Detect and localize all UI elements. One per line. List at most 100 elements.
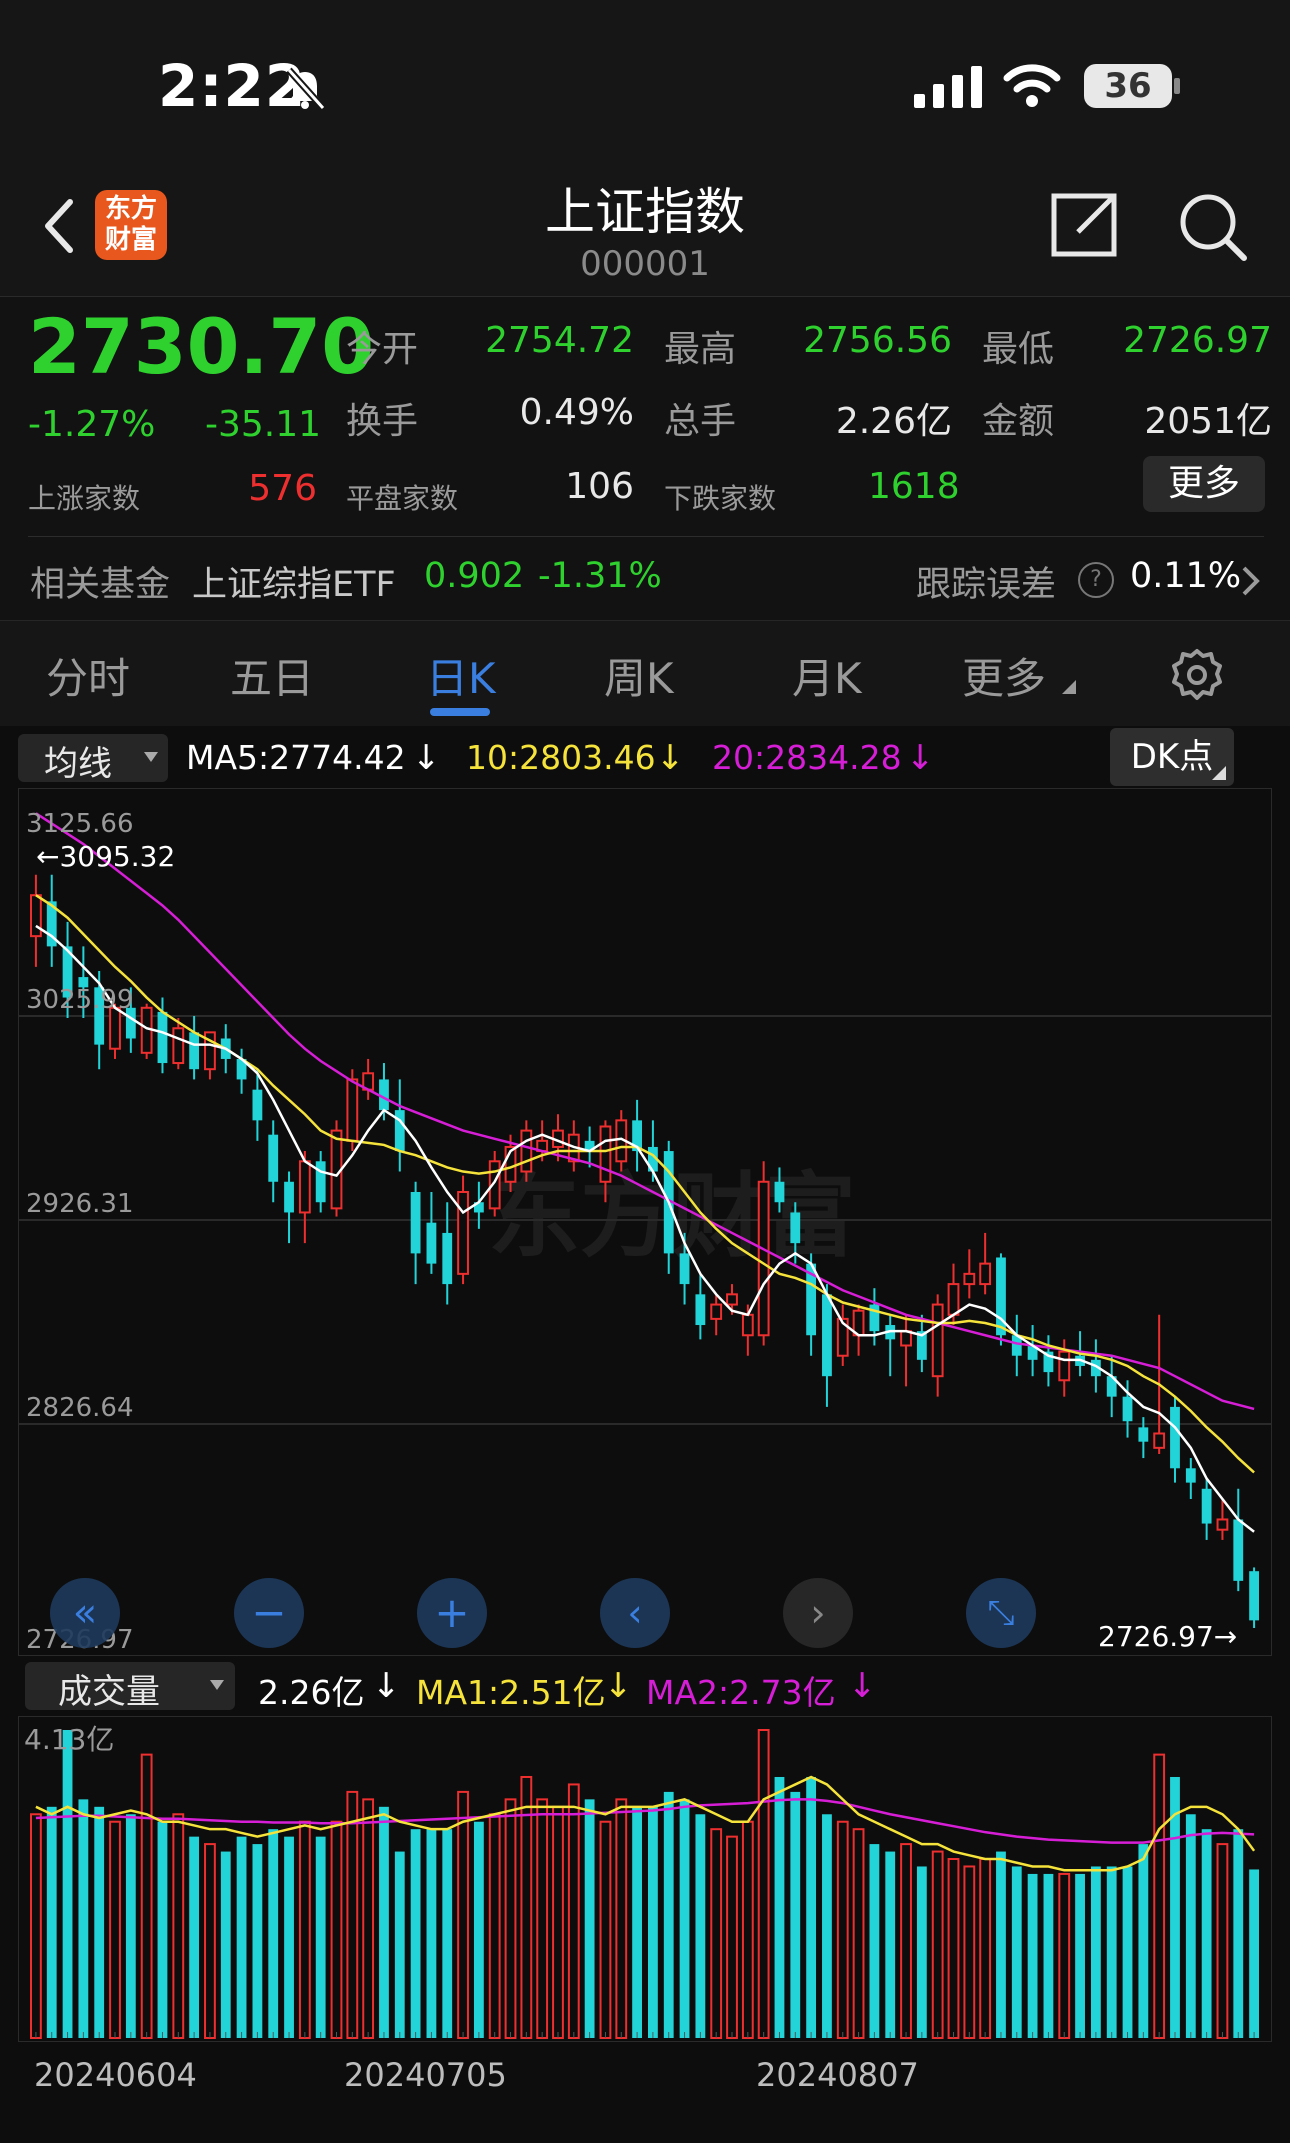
volume-bar	[584, 1799, 595, 2038]
volume-bar	[726, 1835, 738, 2039]
volume-bar	[679, 1799, 690, 2038]
volume-bar	[330, 1820, 343, 2039]
x-label-3: 20240807	[756, 2056, 919, 2094]
volume-bar	[979, 1858, 992, 2039]
volume-bar	[663, 1791, 674, 2038]
volume-bar	[78, 1799, 89, 2038]
candle	[947, 1283, 960, 1316]
volume-bar	[1058, 1872, 1071, 2039]
volume-bar	[1216, 1843, 1229, 2039]
fund-name[interactable]: 上证综指ETF	[192, 556, 396, 607]
volume-bar	[1106, 1866, 1117, 2038]
volume-max-label: 4.13亿	[24, 1723, 115, 1756]
candle	[157, 1011, 168, 1064]
volume-bar	[567, 1783, 580, 2040]
chevron-right-icon[interactable]	[1240, 564, 1262, 598]
volume-bar	[268, 1829, 279, 2038]
low-label: 最低	[982, 329, 1055, 370]
y-tick-label: 3025.99	[26, 985, 134, 1015]
candle	[315, 1161, 326, 1203]
volume-bar	[947, 1858, 960, 2039]
volume-bar	[1138, 1844, 1149, 2038]
search-icon[interactable]	[1178, 192, 1248, 262]
tab-weekly-k[interactable]: 周K	[604, 645, 674, 706]
volume-bar	[488, 1813, 501, 2040]
corner-triangle-icon	[1212, 766, 1226, 780]
candle	[172, 1027, 185, 1065]
volume-value: 2.26亿	[835, 401, 952, 442]
volume-label: 总手	[664, 401, 737, 442]
ma20-down-arrow-icon: ↓	[906, 738, 935, 778]
chevron-left-icon: ‹	[627, 1591, 643, 1635]
double-chevron-left-icon: «	[72, 1590, 98, 1636]
volume-bar	[157, 1821, 168, 2038]
indicator-selector-label: 均线	[44, 744, 112, 784]
volume-bar	[774, 1776, 785, 2038]
volume-bar	[1233, 1829, 1244, 2038]
volume-bar	[46, 1806, 57, 2038]
volume-bar	[869, 1844, 880, 2038]
ma10-value: 10:2803.46	[466, 738, 656, 777]
volume-bar	[1185, 1814, 1196, 2038]
ma5-value: MA5:2774.42	[186, 738, 406, 777]
candle	[599, 1125, 612, 1183]
tab-intraday[interactable]: 分时	[46, 645, 130, 706]
vol-ma1: MA1:2.51亿	[416, 1673, 606, 1712]
y-tick-label: 2826.64	[26, 1393, 134, 1423]
tab-five-day[interactable]: 五日	[230, 645, 314, 706]
volume-bar	[236, 1836, 247, 2038]
y-tick-label: 3125.66	[26, 809, 134, 839]
volume-bar	[963, 1865, 976, 2039]
active-tab-indicator	[430, 708, 490, 716]
candle	[1058, 1350, 1071, 1382]
low-value: 2726.97	[1123, 320, 1272, 361]
tracking-error-label: 跟踪误差	[916, 565, 1057, 605]
help-icon[interactable]: ?	[1078, 562, 1114, 598]
candle	[1216, 1518, 1229, 1531]
volume-bar	[599, 1820, 612, 2039]
candle	[774, 1181, 785, 1203]
tab-more[interactable]: 更多	[962, 645, 1046, 706]
gear-icon[interactable]	[1170, 648, 1224, 702]
candle	[979, 1262, 992, 1286]
high-value: 2756.56	[803, 320, 952, 361]
volume-bar	[931, 1850, 944, 2039]
volume-bar	[615, 1798, 628, 2040]
candle	[726, 1293, 738, 1306]
candle	[1122, 1396, 1133, 1422]
y-tick-label: 2926.31	[26, 1189, 134, 1219]
candle	[252, 1089, 263, 1121]
volume-chart[interactable]	[18, 1716, 1272, 2042]
tab-daily-k[interactable]: 日K	[426, 645, 496, 706]
x-label-2: 20240705	[344, 2056, 507, 2094]
candle	[268, 1134, 279, 1182]
volume-bar	[30, 1813, 42, 2040]
volume-bar	[426, 1829, 437, 2038]
tab-monthly-k[interactable]: 月K	[792, 645, 862, 706]
ma5-down-arrow-icon: ↓	[412, 738, 441, 778]
volume-bar	[315, 1836, 326, 2038]
volume-bar	[996, 1851, 1006, 2038]
volume-bar	[710, 1828, 723, 2039]
candlestick-chart[interactable]: 东方财富 3125.663025.992926.312826.642726.97	[18, 788, 1272, 1656]
candle	[963, 1272, 976, 1286]
volume-bar	[1122, 1866, 1133, 2038]
vol-ma2-down-arrow-icon: ↓	[848, 1666, 877, 1706]
change-value: -35.11	[205, 404, 322, 445]
x-label-1: 20240604	[34, 2056, 197, 2094]
more-button[interactable]: 更多	[1143, 456, 1265, 512]
plus-icon: +	[434, 1588, 470, 1637]
volume-bar	[252, 1844, 263, 2038]
share-icon[interactable]	[1050, 190, 1120, 260]
volume-bar	[1090, 1866, 1101, 2038]
divider	[28, 536, 1264, 537]
open-label: 今开	[346, 329, 419, 370]
candle	[695, 1294, 706, 1326]
high-price-marker: ←3095.32	[36, 840, 176, 873]
volume-current: 2.26亿	[258, 1673, 365, 1712]
candle	[741, 1313, 754, 1337]
volume-bar	[822, 1814, 832, 2038]
turnover-label: 换手	[346, 401, 419, 442]
volume-bar	[552, 1805, 564, 2040]
volume-bar	[1011, 1866, 1022, 2038]
